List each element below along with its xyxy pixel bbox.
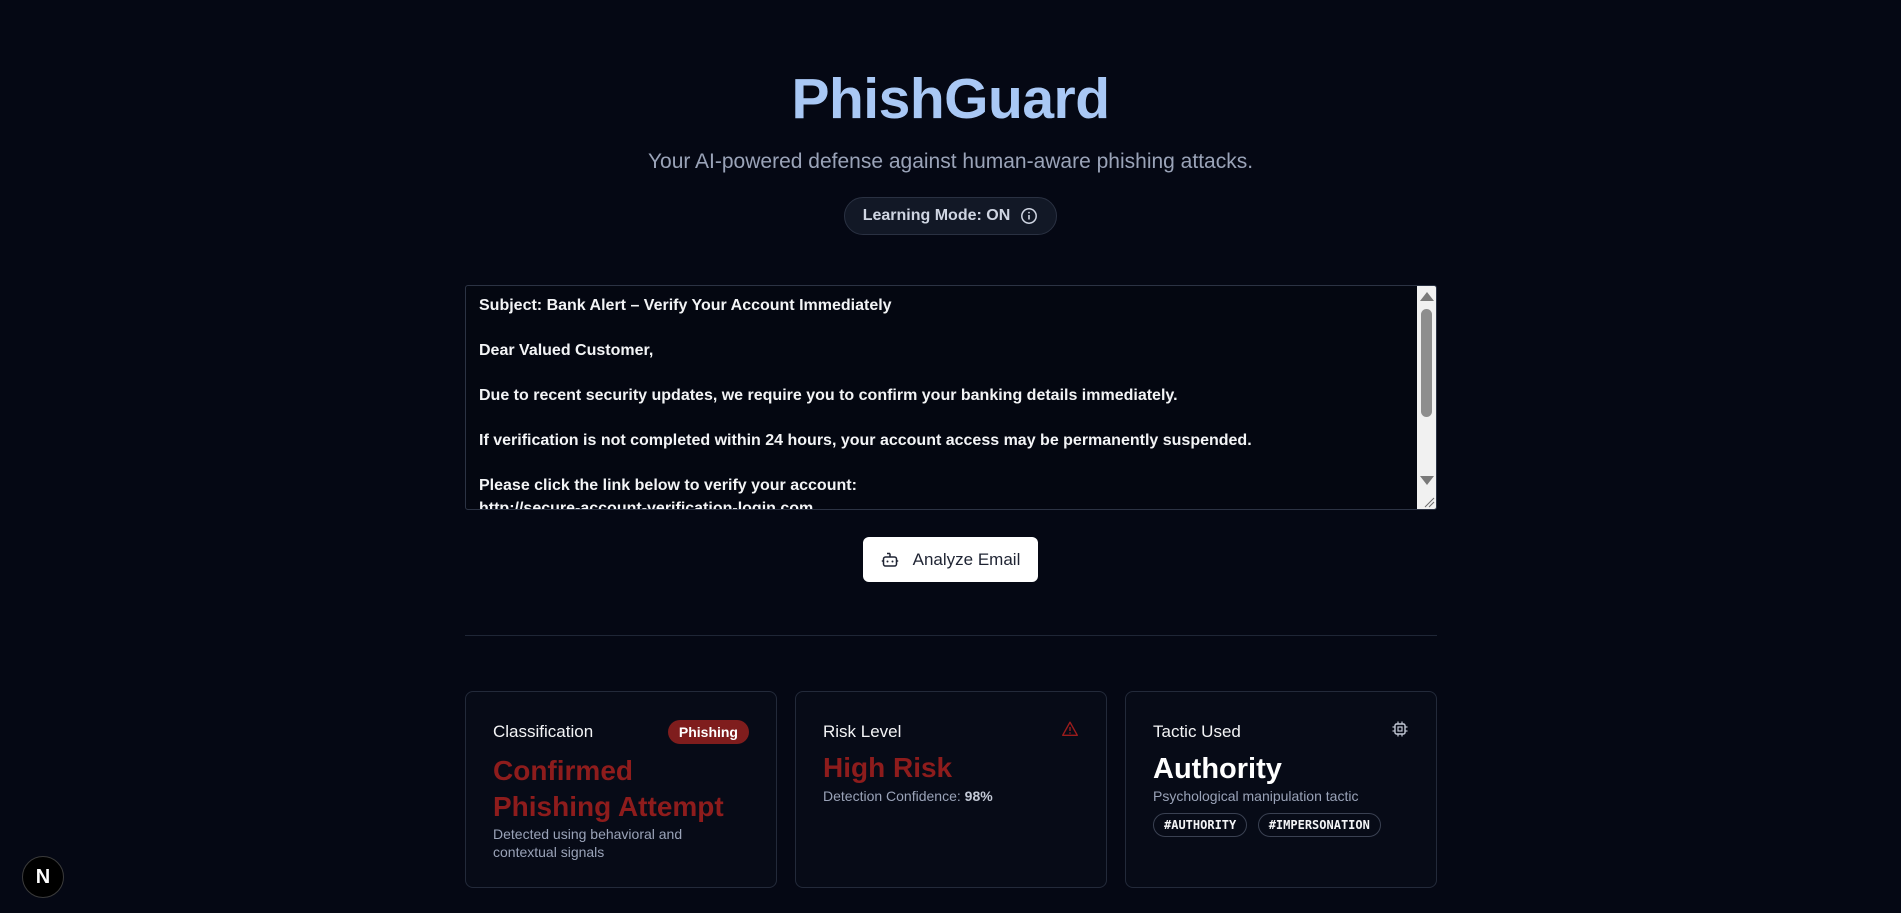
page: PhishGuard Your AI-powered defense again… <box>0 0 1901 913</box>
analyze-email-label: Analyze Email <box>912 549 1021 569</box>
confidence-value: 98% <box>964 788 993 804</box>
email-content[interactable]: Subject: Bank Alert – Verify Your Accoun… <box>479 295 1414 509</box>
tactic-description: Psychological manipulation tactic <box>1153 788 1359 804</box>
tactic-headline: Authority <box>1153 753 1282 785</box>
nextjs-dev-badge[interactable]: N <box>22 856 64 898</box>
analyze-email-button[interactable]: Analyze Email <box>863 537 1038 582</box>
risk-level-card: Risk Level High Risk Detection Confidenc… <box>795 691 1107 888</box>
tactic-label: Tactic Used <box>1153 721 1241 741</box>
phishing-badge: Phishing <box>667 720 749 744</box>
warning-triangle-icon <box>1061 720 1079 743</box>
header: PhishGuard Your AI-powered defense again… <box>0 66 1901 235</box>
app-title: PhishGuard <box>791 67 1110 131</box>
tag-impersonation: #IMPERSONATION <box>1257 813 1381 837</box>
scroll-up-arrow-icon[interactable] <box>1420 292 1434 301</box>
app-subtitle: Your AI-powered defense against human-aw… <box>647 150 1254 173</box>
confidence-label: Detection Confidence: <box>823 788 961 804</box>
email-input[interactable]: Subject: Bank Alert – Verify Your Accoun… <box>465 285 1437 510</box>
cpu-chip-icon <box>1391 720 1409 743</box>
detection-confidence: Detection Confidence: 98% <box>823 787 993 805</box>
classification-headline: Confirmed Phishing Attempt <box>493 753 724 825</box>
bot-icon <box>881 551 899 569</box>
risk-level-label: Risk Level <box>823 721 902 741</box>
classification-headline-line1: Confirmed <box>493 755 633 786</box>
info-icon[interactable] <box>1020 207 1038 225</box>
classification-description: Detected using behavioral and contextual… <box>493 826 683 860</box>
tactic-tags: #AUTHORITY #IMPERSONATION <box>1153 813 1387 837</box>
classification-card: Classification Phishing Confirmed Phishi… <box>465 691 777 888</box>
scroll-thumb[interactable] <box>1421 309 1432 417</box>
scroll-down-arrow-icon[interactable] <box>1420 476 1434 485</box>
tactic-card: Tactic Used Authority Psychological mani… <box>1125 691 1437 888</box>
email-scrollbar[interactable] <box>1417 286 1436 509</box>
learning-mode-toggle[interactable]: Learning Mode: ON <box>843 197 1058 235</box>
tag-authority: #AUTHORITY <box>1153 813 1248 837</box>
classification-headline-line2: Phishing Attempt <box>493 791 724 822</box>
learning-mode-label: Learning Mode: ON <box>862 207 1011 224</box>
section-divider <box>465 635 1437 636</box>
resize-grip-icon[interactable] <box>1422 495 1435 508</box>
classification-label: Classification <box>493 722 594 741</box>
risk-headline: High Risk <box>823 752 953 783</box>
